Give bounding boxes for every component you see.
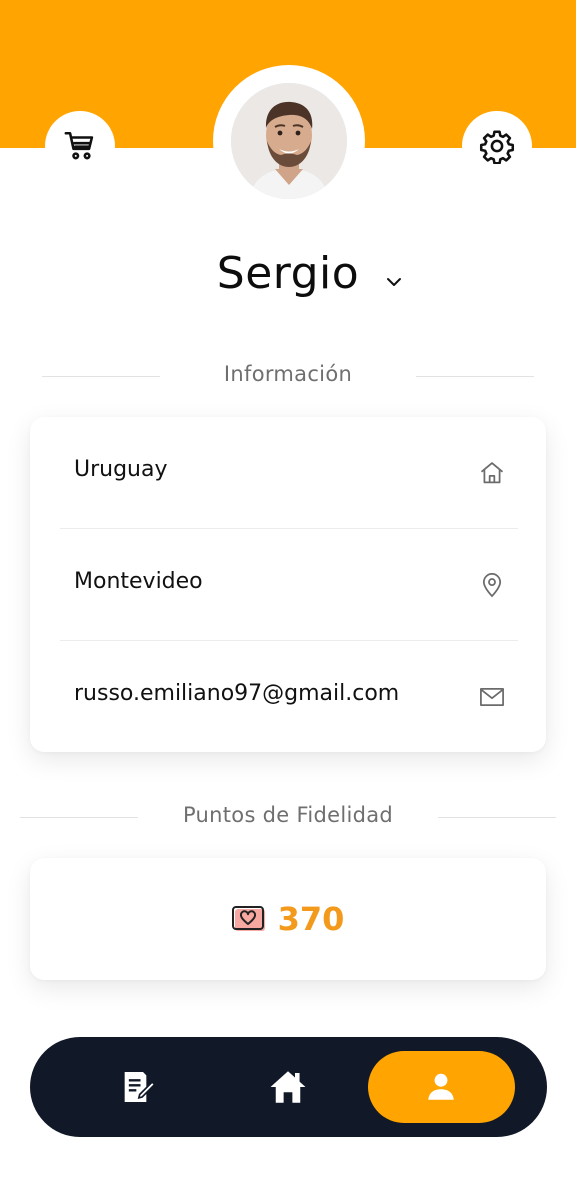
heart-card-icon	[231, 906, 265, 931]
info-card: Uruguay Montevideo russo.emiliano97@gmai…	[30, 417, 546, 752]
loyalty-points: 370	[30, 900, 546, 938]
country-value: Uruguay	[74, 457, 168, 482]
home-icon	[270, 1071, 306, 1103]
profile-name: Sergio	[216, 248, 360, 299]
nav-orders[interactable]	[98, 1059, 178, 1115]
profile-name-row[interactable]: Sergio	[0, 248, 576, 299]
avatar-photo	[231, 83, 347, 199]
points-value: 370	[277, 900, 345, 938]
city-value: Montevideo	[74, 569, 203, 594]
nav-home[interactable]	[248, 1059, 328, 1115]
avatar-frame	[213, 65, 365, 217]
chevron-down-icon[interactable]	[384, 274, 404, 290]
settings-button[interactable]	[462, 111, 532, 181]
bottom-nav	[30, 1037, 547, 1137]
shopping-cart-icon	[64, 131, 94, 160]
gear-icon	[479, 130, 515, 164]
nav-profile[interactable]	[368, 1051, 515, 1123]
mail-icon	[480, 687, 504, 707]
info-section-title: Información	[223, 362, 353, 386]
location-pin-icon	[482, 573, 502, 598]
avatar[interactable]	[231, 83, 347, 199]
loyalty-section-title: Puntos de Fidelidad	[182, 803, 394, 827]
loyalty-card: 370	[30, 858, 546, 980]
home-icon	[480, 462, 504, 484]
user-icon	[428, 1073, 454, 1100]
notes-icon	[124, 1072, 156, 1102]
info-row-country: Uruguay	[30, 417, 546, 529]
cart-button[interactable]	[45, 111, 115, 181]
info-row-city: Montevideo	[30, 529, 546, 641]
email-value: russo.emiliano97@gmail.com	[74, 681, 400, 706]
info-row-email: russo.emiliano97@gmail.com	[30, 641, 546, 753]
